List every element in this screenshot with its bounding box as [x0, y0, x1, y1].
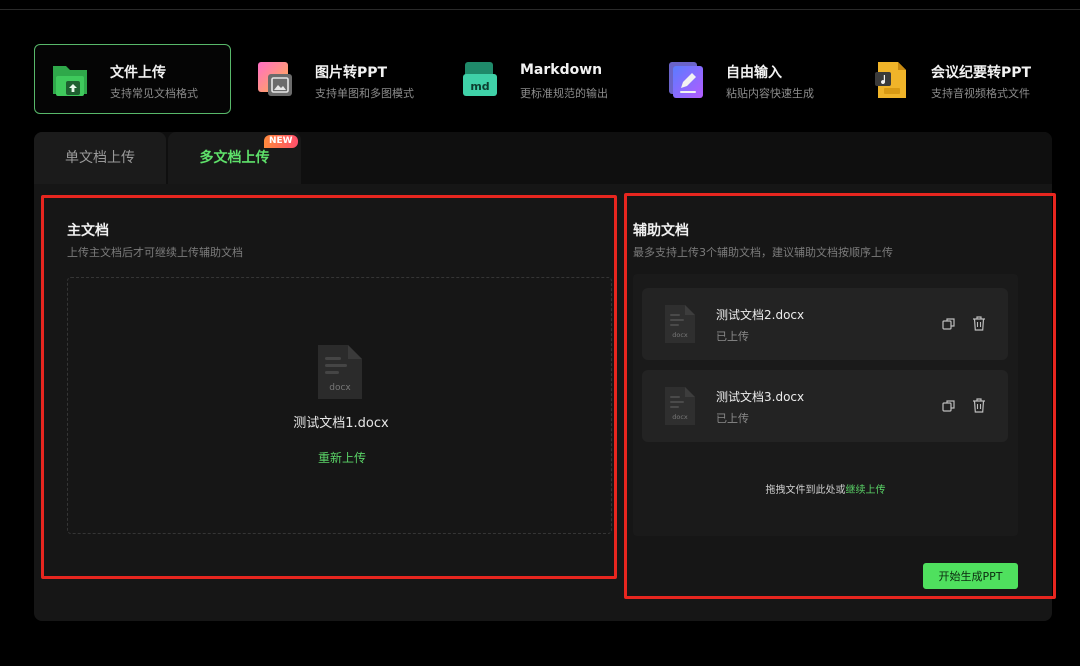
tab-bar: 单文档上传 多文档上传 NEW [34, 132, 1052, 184]
mode-description: 支持常见文档格式 [110, 87, 198, 100]
highlight-box-main-doc [41, 195, 617, 579]
mode-title: 自由输入 [726, 65, 782, 81]
mode-description: 支持单图和多图模式 [315, 87, 414, 100]
mode-description: 更标准规范的输出 [520, 87, 608, 100]
meeting-notes-icon [875, 62, 906, 98]
image-to-ppt-icon [258, 62, 292, 96]
mode-title: 文件上传 [110, 65, 166, 81]
mode-card-meeting-notes[interactable]: 会议纪要转PPT 支持音视频格式文件 [855, 44, 1052, 114]
svg-text:md: md [470, 80, 489, 93]
mode-card-free-input[interactable]: 自由输入 粘贴内容快速生成 [650, 44, 847, 114]
mode-description: 支持音视频格式文件 [931, 87, 1030, 100]
top-divider [0, 9, 1080, 10]
mode-card-file-upload[interactable]: 文件上传 支持常见文档格式 [34, 44, 231, 114]
highlight-box-aux-docs [624, 193, 1056, 599]
folder-upload-icon [53, 66, 87, 96]
markdown-icon: md [463, 62, 497, 96]
mode-title: Markdown [520, 62, 603, 78]
mode-title: 会议纪要转PPT [931, 65, 1032, 81]
edit-icon [669, 62, 703, 98]
mode-card-markdown[interactable]: md Markdown 更标准规范的输出 [444, 44, 641, 114]
mode-description: 粘贴内容快速生成 [726, 87, 814, 100]
new-badge: NEW [264, 135, 298, 148]
tab-single-doc-upload[interactable]: 单文档上传 [34, 132, 166, 184]
mode-title: 图片转PPT [315, 65, 388, 81]
mode-card-image-to-ppt[interactable]: 图片转PPT 支持单图和多图模式 [239, 44, 436, 114]
